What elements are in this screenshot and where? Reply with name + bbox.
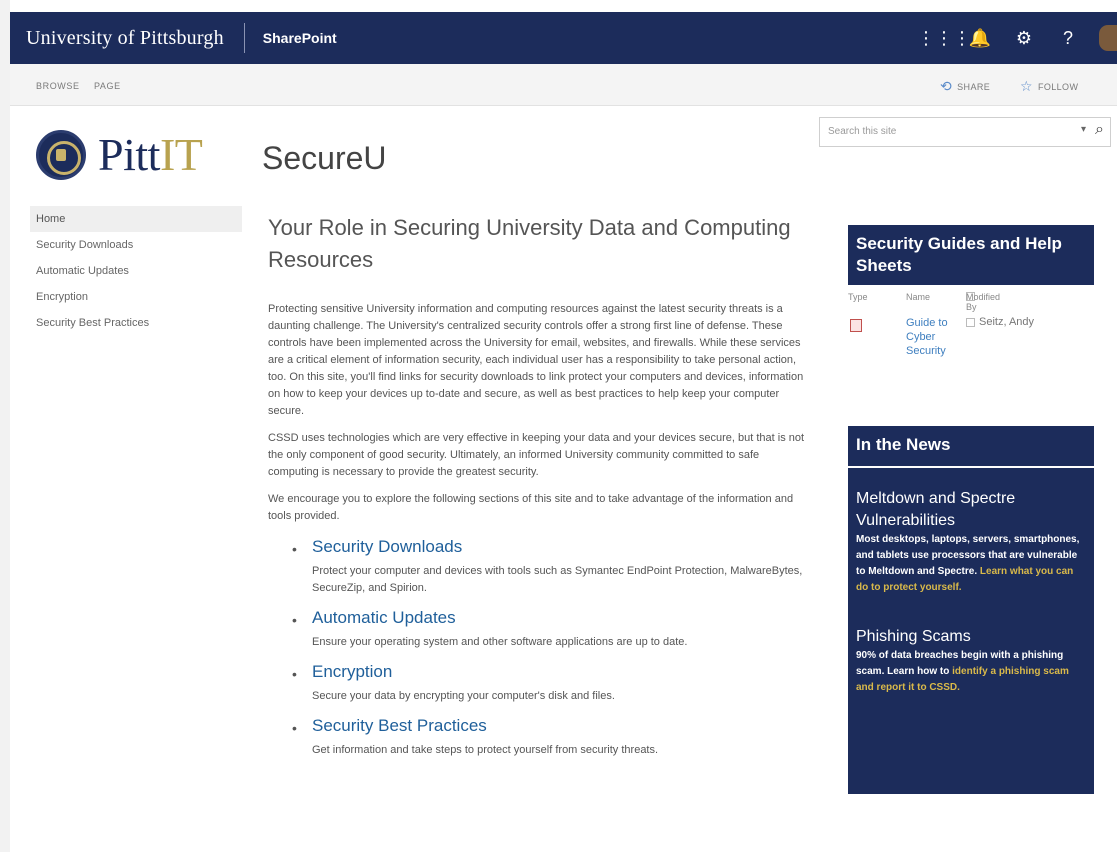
help-icon[interactable]: ? (1049, 28, 1087, 49)
modified-by-name[interactable]: Seitz, Andy (979, 316, 1034, 328)
section-link-automatic-updates[interactable]: Automatic Updates (312, 606, 808, 630)
avatar[interactable] (1099, 25, 1117, 51)
page-edge (0, 0, 10, 852)
search-icon[interactable]: ⌕ (1095, 121, 1104, 139)
list-item: • Encryption Secure your data by encrypt… (292, 660, 808, 705)
section-link-encryption[interactable]: Encryption (312, 660, 808, 684)
search-box[interactable]: Search this site ▾ ⌕ (819, 117, 1111, 147)
encourage-paragraph: We encourage you to explore the followin… (268, 493, 794, 522)
bullet-icon: • (292, 666, 297, 682)
app-launcher-icon[interactable]: ⋮⋮⋮ (917, 28, 971, 49)
site-title[interactable]: SecureU (262, 140, 387, 177)
section-description: Protect your computer and devices with t… (312, 565, 803, 594)
col-name[interactable]: Name (906, 292, 930, 302)
suite-bar: University of Pittsburgh SharePoint ⋮⋮⋮ … (10, 12, 1117, 64)
notifications-icon[interactable]: 🔔 (961, 28, 999, 49)
share-label: SHARE (957, 81, 991, 92)
list-item: • Automatic Updates Ensure your operatin… (292, 606, 808, 651)
section-link-best-practices[interactable]: Security Best Practices (312, 714, 808, 738)
section-description: Get information and take steps to protec… (312, 744, 659, 756)
section-link-security-downloads[interactable]: Security Downloads (312, 535, 808, 559)
news-item-title: Meltdown and Spectre Vulnerabilities (856, 490, 1016, 529)
logo-wordmark: PittIT (98, 128, 203, 181)
nav-item-best-practices[interactable]: Security Best Practices (30, 310, 242, 336)
suite-bar-actions: ⋮⋮⋮ 🔔 ⚙ ? (911, 12, 1117, 64)
nav-item-automatic-updates[interactable]: Automatic Updates (30, 258, 242, 284)
bullet-icon: • (292, 541, 297, 557)
university-seal-icon (36, 129, 86, 180)
search-scope-dropdown-icon[interactable]: ▾ (1081, 124, 1086, 135)
section-description: Ensure your operating system and other s… (312, 636, 688, 648)
share-icon: ⟲ (940, 78, 953, 94)
col-modified-label: Modified By (966, 292, 1001, 312)
sharepoint-link[interactable]: SharePoint (263, 30, 337, 46)
follow-button[interactable]: ☆ FOLLOW (1020, 78, 1078, 95)
guides-webpart-title: Security Guides and Help Sheets (848, 225, 1094, 285)
nav-item-encryption[interactable]: Encryption (30, 284, 242, 310)
share-button[interactable]: ⟲ SHARE (940, 78, 990, 95)
search-input[interactable]: Search this site (828, 126, 896, 137)
bullet-icon: • (292, 612, 297, 628)
logo-it: IT (159, 129, 203, 180)
pittit-logo[interactable]: PittIT (36, 128, 203, 181)
list-item: • Security Downloads Protect your comput… (292, 535, 808, 597)
section-list: • Security Downloads Protect your comput… (268, 535, 808, 759)
news-webpart-body: Meltdown and Spectre Vulnerabilities Mos… (848, 466, 1094, 794)
ribbon: BROWSE PAGE ⟲ SHARE ☆ FOLLOW (10, 64, 1117, 106)
doc-modified-by: Seitz, Andy (966, 316, 1034, 328)
col-type[interactable]: Type (848, 292, 868, 302)
intro-paragraph: Protecting sensitive University informat… (268, 303, 804, 417)
tab-page[interactable]: PAGE (94, 81, 121, 91)
settings-icon[interactable]: ⚙ (1005, 28, 1043, 49)
news-item-title: Phishing Scams (856, 628, 971, 645)
list-item: • Security Best Practices Get informatio… (292, 714, 808, 759)
news-item-body: 90% of data breaches begin with a phishi… (856, 648, 1086, 696)
section-description: Secure your data by encrypting your comp… (312, 690, 615, 702)
page-heading: Your Role in Securing University Data an… (268, 215, 791, 272)
news-item-body: Most desktops, laptops, servers, smartph… (856, 532, 1086, 596)
doc-link-guide[interactable]: Guide to Cyber Security (906, 316, 961, 358)
nav-item-security-downloads[interactable]: Security Downloads (30, 232, 242, 258)
news-webpart-title: In the News (848, 426, 1094, 466)
main-content: Your Role in Securing University Data an… (268, 212, 808, 768)
bullet-icon: • (292, 720, 297, 736)
logo-pitt: Pitt (98, 129, 160, 180)
follow-label: FOLLOW (1037, 81, 1079, 92)
quick-launch: Home Security Downloads Automatic Update… (30, 206, 242, 336)
suite-bar-divider (243, 23, 245, 53)
row-checkbox[interactable] (966, 317, 975, 327)
nav-item-home[interactable]: Home (30, 206, 242, 232)
tab-browse[interactable]: BROWSE (36, 81, 80, 91)
cssd-paragraph: CSSD uses technologies which are very ef… (268, 432, 805, 478)
pdf-file-icon (850, 319, 862, 332)
star-icon: ☆ (1020, 78, 1033, 94)
university-name[interactable]: University of Pittsburgh (10, 27, 224, 50)
